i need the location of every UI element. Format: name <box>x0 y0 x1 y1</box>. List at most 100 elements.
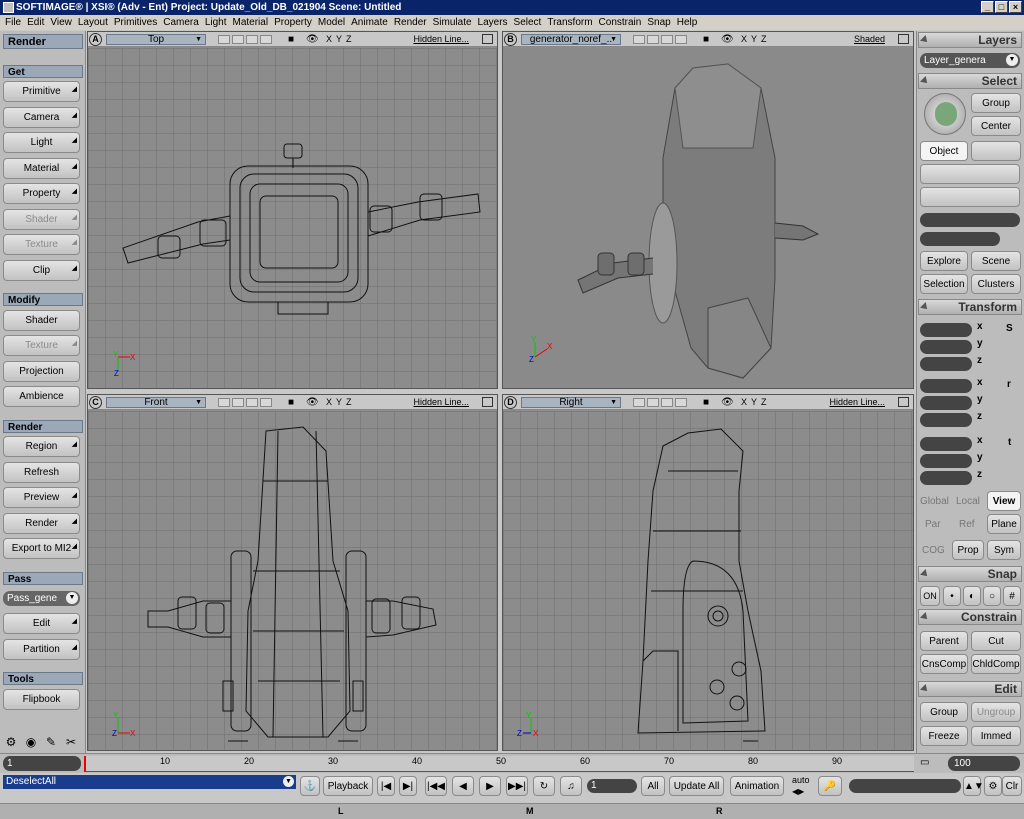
snap-surface-icon[interactable]: ○ <box>983 586 1001 606</box>
constrain-header[interactable]: Constrain <box>918 609 1022 625</box>
get-property-button[interactable]: Property ◢ <box>3 183 80 204</box>
render-region-button[interactable]: Region ◢ <box>3 436 80 457</box>
pass-partition-button[interactable]: Partition ◢ <box>3 639 80 660</box>
cnscomp-button[interactable]: CnsComp <box>920 654 968 674</box>
menu-layout[interactable]: Layout <box>75 15 111 30</box>
axis-y-toggle[interactable]: Y <box>751 395 757 410</box>
menu-view[interactable]: View <box>47 15 75 30</box>
chldcomp-button[interactable]: ChldComp <box>971 654 1021 674</box>
menu-light[interactable]: Light <box>202 15 230 30</box>
axis-y-toggle[interactable]: Y <box>336 32 342 47</box>
loop-icon[interactable]: ↻ <box>533 776 555 796</box>
menu-model[interactable]: Model <box>315 15 348 30</box>
parent-button[interactable]: Parent <box>920 631 968 651</box>
get-shader-button[interactable]: Shader ◢ <box>3 209 80 230</box>
view-option[interactable]: View <box>987 491 1021 511</box>
snap-point-icon[interactable]: • <box>943 586 961 606</box>
viewport-a[interactable]: A Top ▼ ■ 👁 X Y Z Hidden Line... Y X Z <box>87 31 498 389</box>
select-object-button[interactable]: Object <box>920 141 968 161</box>
viewport-b-canvas[interactable]: Y X Z <box>503 48 913 388</box>
play-forward-icon[interactable]: ▶ <box>479 776 501 796</box>
viewport-a-canvas[interactable]: Y X Z <box>88 48 497 388</box>
immed-button[interactable]: Immed <box>971 726 1021 746</box>
select-filter2-button[interactable] <box>920 187 1020 207</box>
first-frame-icon[interactable]: |◀ <box>377 776 395 796</box>
axis-y-toggle[interactable]: Y <box>336 395 342 410</box>
settings-icon[interactable]: ⚙ <box>984 776 1002 796</box>
memo-cams[interactable] <box>633 35 687 44</box>
select-blank-button[interactable] <box>971 141 1021 161</box>
camera-icon[interactable]: ■ <box>288 395 294 410</box>
maximize-button[interactable]: □ <box>995 1 1008 13</box>
script-icon[interactable]: ⚓ <box>300 776 320 796</box>
scale-x-field[interactable] <box>920 323 972 337</box>
axis-x-toggle[interactable]: X <box>326 32 332 47</box>
edit-header[interactable]: Edit <box>918 681 1022 697</box>
sym-option[interactable]: Sym <box>987 540 1021 560</box>
axis-z-toggle[interactable]: Z <box>761 32 767 47</box>
translate-y-field[interactable] <box>920 454 972 468</box>
ruler-icon[interactable]: ▭ <box>920 757 929 768</box>
keyframe-icon[interactable]: 🔑 <box>818 776 842 796</box>
update-all-button[interactable]: Update All <box>669 776 724 796</box>
menu-simulate[interactable]: Simulate <box>430 15 475 30</box>
modify-ambience-button[interactable]: Ambience <box>3 386 80 407</box>
maximize-viewport-icon[interactable] <box>898 397 909 407</box>
get-material-button[interactable]: Material ◢ <box>3 158 80 179</box>
memo-cams[interactable] <box>218 398 272 407</box>
translate-icon[interactable]: t <box>1008 437 1011 448</box>
play-backward-icon[interactable]: ◀ <box>452 776 474 796</box>
translate-x-field[interactable] <box>920 437 972 451</box>
display-mode-menu[interactable]: Hidden Line... <box>413 32 469 47</box>
eye-icon[interactable]: 👁 <box>721 32 734 47</box>
axis-z-toggle[interactable]: Z <box>346 395 352 410</box>
display-mode-menu[interactable]: Shaded <box>854 32 885 47</box>
par-option[interactable]: Par <box>925 519 941 530</box>
pass-edit-button[interactable]: Edit ◢ <box>3 613 80 634</box>
timeline-start-field[interactable]: 1 <box>3 756 81 771</box>
key-field[interactable] <box>849 779 961 793</box>
rotate-z-field[interactable] <box>920 413 972 427</box>
tools-flipbook-button[interactable]: Flipbook <box>3 689 80 710</box>
select-arrow-icon[interactable] <box>924 93 966 135</box>
menu-constrain[interactable]: Constrain <box>596 15 645 30</box>
axis-z-toggle[interactable]: Z <box>346 32 352 47</box>
timeline-end-field[interactable]: 100 <box>948 756 1020 771</box>
simulate-toolbar-icon[interactable]: ✂ <box>63 734 79 750</box>
playback-menu[interactable]: Playback <box>323 776 373 796</box>
get-texture-button[interactable]: Texture ◢ <box>3 234 80 255</box>
last-frame-icon[interactable]: ▶| <box>399 776 417 796</box>
menu-property[interactable]: Property <box>271 15 315 30</box>
cog-option[interactable]: COG <box>922 545 945 556</box>
menu-animate[interactable]: Animate <box>348 15 391 30</box>
modify-shader-button[interactable]: Shader <box>3 310 80 331</box>
freeze-button[interactable]: Freeze <box>920 726 968 746</box>
menu-snap[interactable]: Snap <box>644 15 673 30</box>
rotate-x-field[interactable] <box>920 379 972 393</box>
current-frame-field[interactable]: 1 <box>587 779 637 793</box>
menu-file[interactable]: File <box>2 15 24 30</box>
viewport-letter[interactable]: B <box>504 33 517 46</box>
get-light-button[interactable]: Light ◢ <box>3 132 80 153</box>
menu-layers[interactable]: Layers <box>475 15 511 30</box>
render-preview-button[interactable]: Preview ◢ <box>3 487 80 508</box>
menu-material[interactable]: Material <box>230 15 272 30</box>
menu-render[interactable]: Render <box>391 15 430 30</box>
get-primitive-button[interactable]: Primitive ◢ <box>3 81 80 102</box>
animate-toolbar-icon[interactable]: ◉ <box>23 734 39 750</box>
snap-grid-icon[interactable]: # <box>1003 586 1021 606</box>
camera-icon[interactable]: ■ <box>703 395 709 410</box>
select-group-button[interactable]: Group <box>971 93 1021 113</box>
memo-cams[interactable] <box>633 398 687 407</box>
rotate-icon[interactable]: r <box>1007 379 1011 390</box>
scene-button[interactable]: Scene <box>971 251 1021 271</box>
menu-camera[interactable]: Camera <box>160 15 202 30</box>
playhead[interactable] <box>84 756 86 772</box>
rewind-icon[interactable]: |◀◀ <box>425 776 447 796</box>
camera-dropdown[interactable]: Front ▼ <box>106 397 206 408</box>
axis-x-toggle[interactable]: X <box>741 32 747 47</box>
select-name-field[interactable] <box>920 213 1020 227</box>
select-search-field[interactable] <box>920 232 1000 246</box>
viewport-c-canvas[interactable]: Y X Z <box>88 411 497 750</box>
camera-dropdown[interactable]: Top ▼ <box>106 34 206 45</box>
